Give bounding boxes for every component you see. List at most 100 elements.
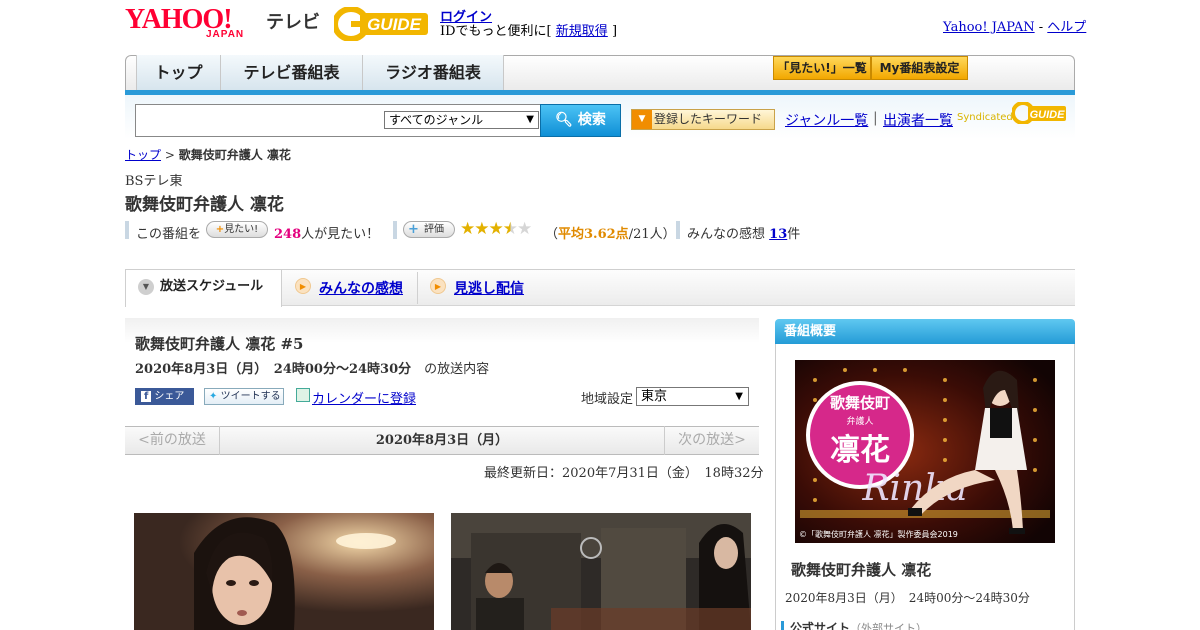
genre-list-link[interactable]: ジャンル一覧: [785, 110, 868, 130]
program-overview-heading: 番組概要: [775, 319, 1075, 344]
episode-title: 歌舞伎町弁護人 凛花 #5: [135, 335, 304, 353]
tab-divider: [417, 272, 418, 304]
nav-tab-radio-guide[interactable]: ラジオ番組表: [362, 55, 504, 90]
plus-icon: +: [215, 224, 225, 235]
svg-text:GUIDE: GUIDE: [1030, 109, 1066, 121]
prev-broadcast-link[interactable]: <前の放送: [125, 426, 220, 455]
overview-title: 歌舞伎町弁護人 凛花: [791, 561, 932, 579]
search-button[interactable]: 🔍︎ 検索: [540, 104, 621, 137]
breadcrumb-top-link[interactable]: トップ: [125, 148, 161, 162]
star-icon: ★: [460, 219, 475, 239]
mitai-count-text: 248人が見たい！: [274, 223, 379, 242]
episode-photo[interactable]: [134, 513, 434, 630]
top-links-sep: -: [1034, 20, 1048, 35]
svg-text:GUIDE: GUIDE: [367, 15, 422, 34]
chevron-down-icon: ▼: [138, 279, 154, 295]
tweet-button[interactable]: ✦ ツイートする: [204, 388, 284, 405]
nav-tab-tv-guide[interactable]: テレビ番組表: [220, 55, 362, 90]
tab-impressions[interactable]: みんなの感想: [319, 278, 403, 298]
my-guide-settings-button[interactable]: My番組表設定: [871, 56, 968, 80]
mitai-prefix: この番組を: [136, 227, 202, 242]
star-empty-icon: ★: [517, 219, 532, 239]
cast-list-link[interactable]: 出演者一覧: [883, 110, 953, 130]
rating-stars: ★★★★★: [460, 219, 532, 239]
tv-service-name[interactable]: テレビ: [266, 8, 320, 34]
add-to-calendar-link[interactable]: カレンダーに登録: [312, 388, 416, 407]
chevron-right-icon: ▶: [430, 278, 446, 294]
impressions-suffix: 件: [787, 227, 801, 242]
page-title: 歌舞伎町弁護人 凛花: [125, 195, 284, 215]
region-label: 地域設定: [581, 392, 634, 407]
episode-airtime: 2020年8月3日（月） 24時00分～24時30分 の放送内容: [135, 358, 489, 377]
next-broadcast-link[interactable]: 次の放送>: [664, 426, 759, 455]
saved-keywords-label: 登録したキーワード: [654, 112, 763, 126]
external-site-note: （外部サイト）: [850, 622, 928, 630]
half-star-icon: ★: [502, 219, 518, 239]
breadcrumb: トップ > 歌舞伎町弁護人 凛花: [125, 146, 291, 163]
station-name: BSテレ東: [125, 174, 183, 189]
chevron-down-icon: ▼: [526, 114, 534, 125]
facebook-icon: f: [141, 391, 152, 402]
genre-select[interactable]: すべてのジャンル ▼: [384, 111, 539, 129]
breadcrumb-current: 歌舞伎町弁護人 凛花: [178, 148, 291, 162]
rating-average: 平均3.62点: [558, 227, 629, 242]
id-promo: IDでもっと便利に[ 新規取得 ]: [440, 20, 617, 39]
region-select[interactable]: 東京 ▼: [636, 387, 749, 406]
stat-divider: [393, 221, 397, 239]
twitter-bird-icon: ✦: [209, 391, 218, 402]
mitai-button-label: 見たい!: [224, 224, 259, 235]
tab-schedule-label: 放送スケジュール: [160, 279, 264, 294]
syndicated-label: Syndicated: [957, 112, 1013, 123]
stat-divider: [676, 221, 680, 239]
yahoo-japan-link[interactable]: Yahoo! JAPAN: [943, 20, 1035, 35]
rating-summary: （平均3.62点/21人）: [545, 223, 676, 242]
facebook-share-label: シェア: [154, 391, 185, 402]
impressions-label: みんなの感想: [687, 227, 766, 242]
mitai-count: 248: [274, 227, 302, 242]
official-site-link[interactable]: 公式サイト（外部サイト）: [781, 621, 1071, 630]
impressions-summary: みんなの感想 13件: [687, 223, 800, 242]
calendar-plus-icon: [296, 388, 310, 402]
poster-title-sub: 弁護人: [846, 415, 873, 427]
search-icon: 🔍︎: [555, 112, 573, 128]
search-button-label: 検索: [577, 112, 606, 128]
chevron-down-icon: ▼: [632, 110, 652, 129]
overview-airtime: 2020年8月3日（月） 24時00分～24時30分: [785, 591, 1030, 605]
gguide-small-logo: GUIDE: [1011, 101, 1068, 125]
official-site-label: 公式サイト: [790, 621, 851, 630]
episode-photo[interactable]: [451, 513, 751, 630]
id-promo-close: ]: [611, 24, 618, 39]
last-updated: 最終更新日：2020年7月31日（金） 18時32分: [484, 466, 764, 481]
rate-button[interactable]: + 評価: [403, 221, 455, 238]
saved-keywords-button[interactable]: ▼ 登録したキーワード: [631, 109, 775, 130]
chevron-right-icon: ▶: [295, 278, 311, 294]
region-select-value: 東京: [641, 389, 668, 404]
register-link[interactable]: 新規取得: [556, 24, 608, 39]
gguide-logo[interactable]: GUIDE: [332, 6, 432, 42]
mitai-list-button[interactable]: 「見たい!」一覧: [773, 56, 871, 80]
current-broadcast-date: 2020年8月3日（月）: [375, 433, 509, 448]
impressions-count-link[interactable]: 13: [769, 227, 787, 242]
rating-open: （: [545, 227, 559, 242]
help-link[interactable]: ヘルプ: [1047, 20, 1086, 35]
mitai-button[interactable]: +見たい!: [206, 221, 268, 238]
facebook-share-button[interactable]: f シェア: [135, 388, 194, 405]
poster-copyright: ©「歌舞伎町弁護人 凛花」製作委員会2019: [799, 530, 958, 539]
top-links: Yahoo! JAPAN - ヘルプ: [943, 16, 1086, 35]
nav-tab-top[interactable]: トップ: [136, 55, 220, 90]
rating-count: /21人）: [628, 227, 676, 242]
chevron-down-icon: ▼: [735, 391, 743, 402]
star-icon: ★: [474, 219, 489, 239]
tab-streaming[interactable]: 見逃し配信: [454, 278, 524, 298]
yahoo-japan-logo-sub: JAPAN: [206, 29, 245, 40]
stat-divider: [125, 221, 129, 239]
star-icon: ★: [488, 219, 504, 239]
tab-schedule[interactable]: ▼ 放送スケジュール: [125, 270, 282, 307]
breadcrumb-sep: >: [161, 148, 179, 162]
episode-date: 2020年8月3日（月） 24時00分～24時30分: [135, 362, 412, 377]
plus-icon: +: [408, 222, 419, 237]
id-promo-text: IDでもっと便利に[: [440, 24, 552, 39]
tweet-label: ツイートする: [220, 391, 281, 402]
program-poster: 歌舞伎町 弁護人 凛花 Rinka: [795, 360, 1055, 543]
rate-button-label: 評価: [424, 224, 444, 235]
